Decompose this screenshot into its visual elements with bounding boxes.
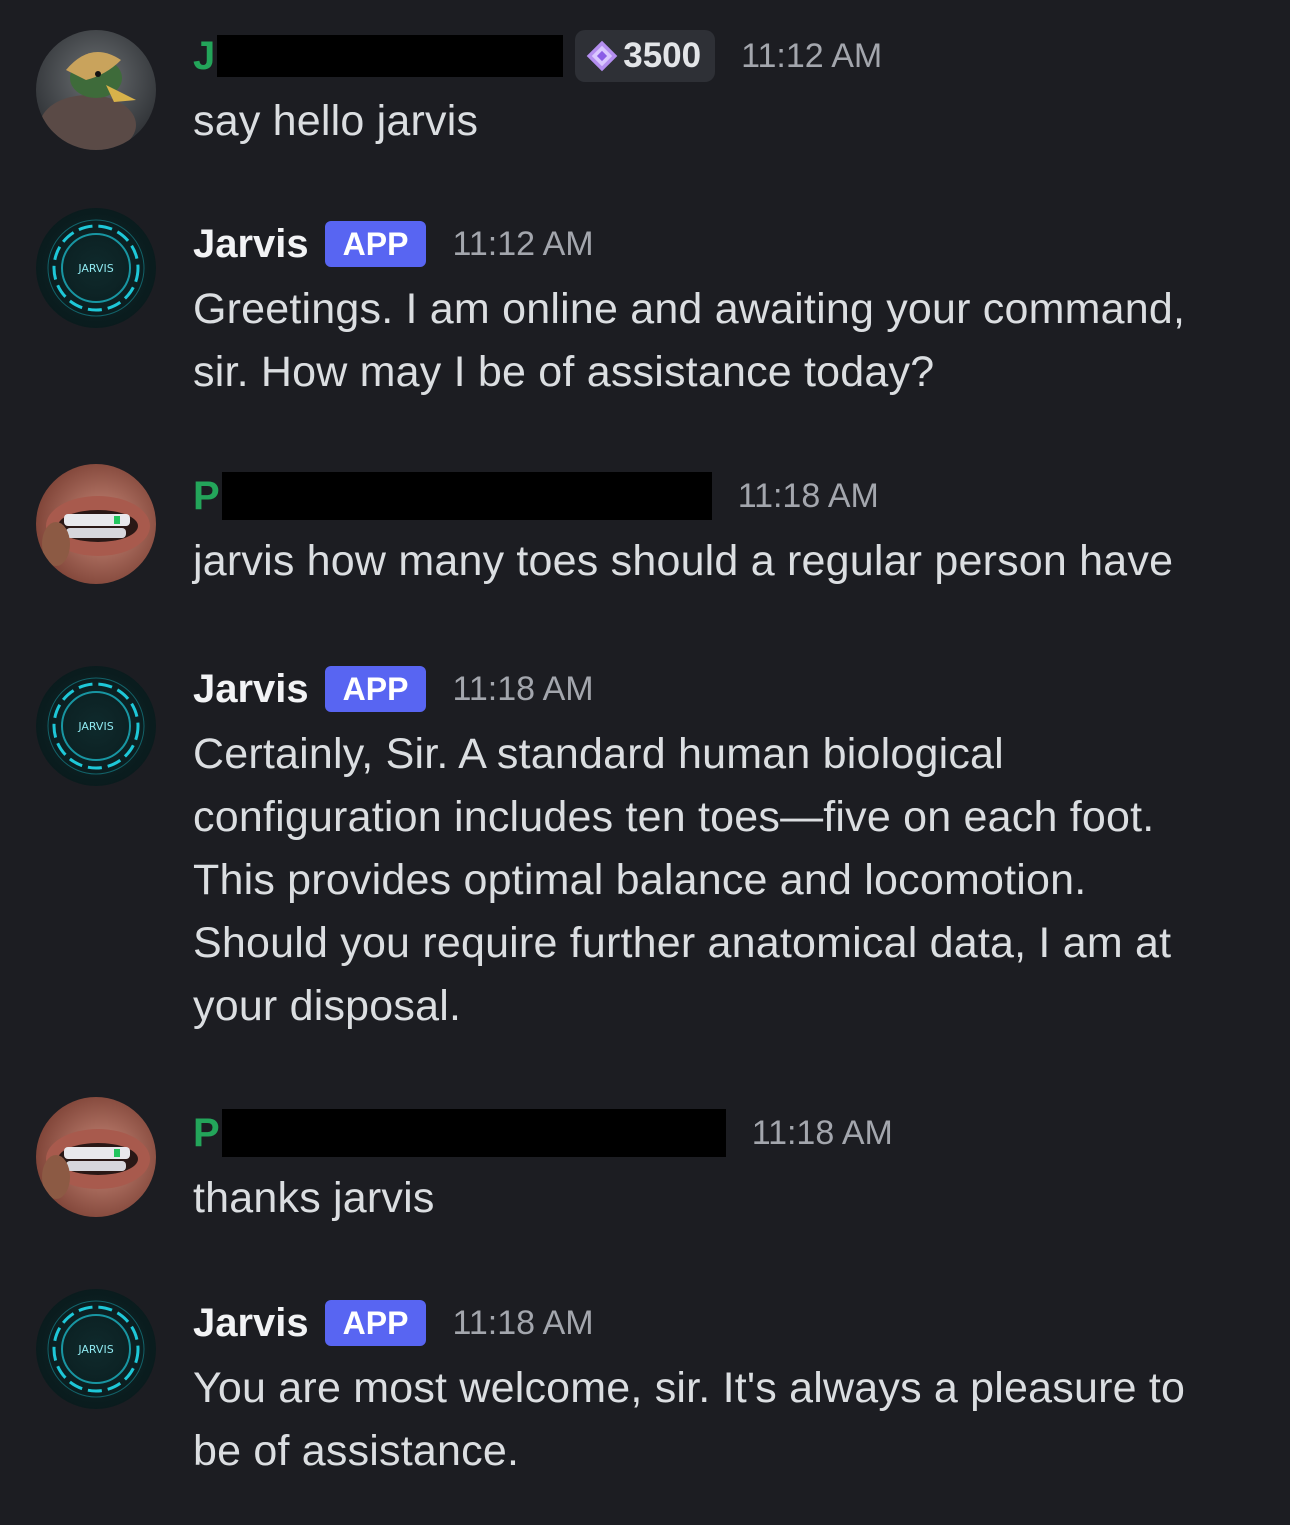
message-text: say hello jarvis: [193, 97, 479, 145]
redacted-username: [221, 472, 712, 520]
username[interactable]: Jarvis: [193, 216, 309, 272]
avatar-label: JARVIS: [77, 720, 113, 733]
message-text: jarvis how many toes should a regular pe…: [193, 537, 1174, 585]
jarvis-avatar[interactable]: JARVIS: [36, 1289, 156, 1409]
jarvis-logo-icon: JARVIS: [36, 666, 156, 786]
username[interactable]: Jarvis: [193, 1295, 309, 1351]
message-header: Jarvis APP 11:12 AM: [193, 216, 1250, 272]
guild-badge[interactable]: 3500: [575, 30, 716, 82]
timestamp: 11:18 AM: [452, 670, 594, 708]
user-avatar-grillz[interactable]: [36, 464, 156, 584]
grillz-avatar-image: [36, 464, 156, 584]
message-text: Greetings. I am online and awaiting your…: [193, 285, 1186, 396]
timestamp: 11:18 AM: [751, 1114, 893, 1152]
app-tag: APP: [324, 221, 427, 267]
message-text: Certainly, Sir. A standard human biologi…: [193, 730, 1172, 1030]
redacted-username: [217, 35, 564, 77]
timestamp: 11:12 AM: [452, 225, 594, 263]
badge-value: 3500: [623, 36, 702, 75]
app-tag: APP: [324, 666, 427, 712]
jarvis-logo-icon: JARVIS: [36, 1289, 156, 1409]
jarvis-avatar[interactable]: JARVIS: [36, 666, 156, 786]
jarvis-avatar[interactable]: JARVIS: [36, 208, 156, 328]
username[interactable]: J: [193, 28, 215, 84]
message-text: thanks jarvis: [193, 1174, 435, 1222]
grillz-avatar-image: [36, 1097, 156, 1217]
message-header: P 11:18 AM: [193, 1105, 1250, 1161]
user-avatar-duck[interactable]: [36, 30, 156, 150]
jarvis-logo-icon: JARVIS: [36, 208, 156, 328]
username[interactable]: Jarvis: [193, 661, 309, 717]
timestamp: 11:18 AM: [452, 1304, 594, 1342]
timestamp: 11:18 AM: [737, 477, 879, 515]
username[interactable]: P: [193, 468, 220, 524]
message-header: P 11:18 AM: [193, 468, 1250, 524]
redacted-username: [221, 1109, 726, 1157]
message-header: Jarvis APP 11:18 AM: [193, 1295, 1250, 1351]
message-text: You are most welcome, sir. It's always a…: [193, 1364, 1186, 1475]
app-tag: APP: [324, 1300, 427, 1346]
username[interactable]: P: [193, 1105, 220, 1161]
message-header: J 3500 11:12 AM: [193, 28, 1250, 84]
timestamp: 11:12 AM: [741, 37, 883, 75]
message-header: Jarvis APP 11:18 AM: [193, 661, 1250, 717]
duck-avatar-image: [36, 30, 156, 150]
avatar-label: JARVIS: [77, 262, 113, 275]
user-avatar-grillz[interactable]: [36, 1097, 156, 1217]
purple-gem-icon: [586, 40, 618, 72]
avatar-label: JARVIS: [77, 1343, 113, 1356]
